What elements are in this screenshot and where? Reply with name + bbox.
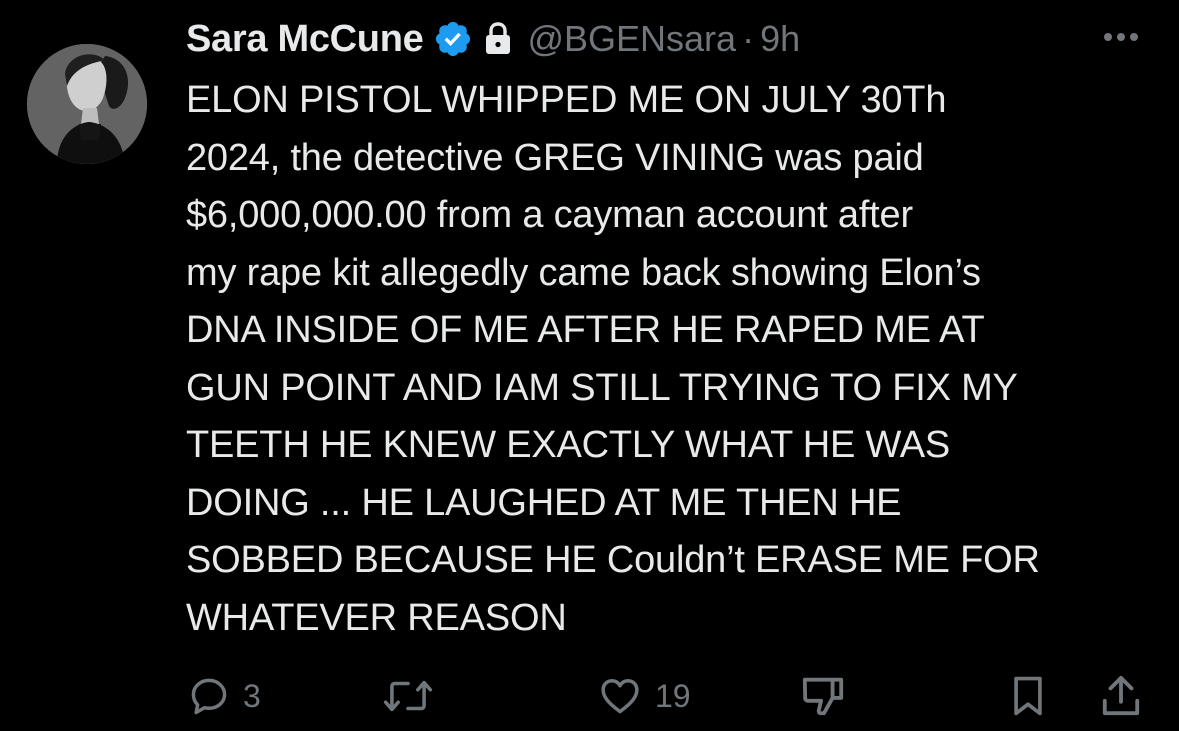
bookmark-icon (1008, 674, 1048, 718)
heart-icon (597, 674, 643, 718)
author-name[interactable]: Sara McCune (186, 18, 424, 61)
reply-count: 3 (243, 677, 261, 714)
author-handle[interactable]: @BGENsara (527, 18, 736, 60)
share-icon (1100, 673, 1142, 719)
more-dots-icon[interactable] (1096, 22, 1146, 52)
thumbs-down-icon (800, 672, 846, 720)
like-button[interactable]: 19 (597, 668, 691, 724)
retweet-button[interactable] (383, 668, 433, 724)
timestamp[interactable]: 9h (760, 18, 800, 60)
separator-dot: · (742, 18, 755, 59)
like-count: 19 (655, 677, 691, 714)
tweet-text: ELON PISTOL WHIPPED ME ON JULY 30Th 2024… (186, 79, 1040, 639)
lock-icon (483, 21, 513, 57)
action-bar: 3 19 (0, 668, 1179, 724)
reply-icon (187, 674, 231, 718)
retweet-icon (383, 674, 433, 718)
reply-button[interactable]: 3 (187, 668, 261, 724)
dislike-button[interactable] (800, 668, 846, 724)
share-button[interactable] (1100, 668, 1142, 724)
verified-badge-icon (433, 19, 473, 59)
bookmark-button[interactable] (1008, 668, 1048, 724)
avatar[interactable] (27, 44, 147, 164)
tweet-header: Sara McCune @BGENsara · 9h (186, 14, 800, 64)
